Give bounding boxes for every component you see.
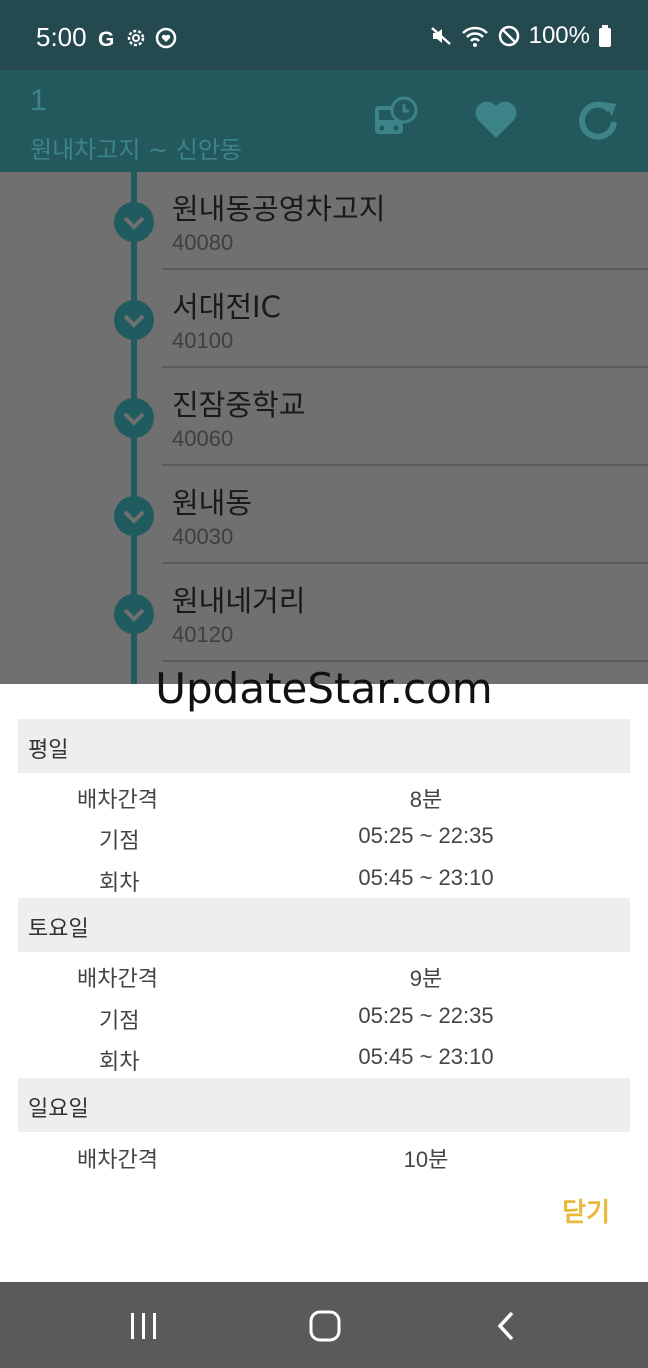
stop-row[interactable]: 원내네거리 40120 — [0, 564, 648, 662]
return-value: 05:45 ~ 23:10 — [358, 1044, 494, 1069]
stop-node-icon — [114, 202, 154, 242]
section-title: 토요일 — [28, 917, 89, 942]
section-header-weekday: 평일 — [18, 719, 630, 773]
stop-node-icon — [114, 300, 154, 340]
home-icon[interactable] — [308, 1310, 342, 1342]
interval-label: 배차간격 — [77, 967, 158, 992]
stop-list: 원내동공영차고지 40080 서대전IC 40100 진잠중학교 40060 원… — [0, 172, 648, 684]
stop-name: 서대전IC — [172, 290, 281, 324]
section-header-sunday: 일요일 — [18, 1078, 630, 1132]
back-icon[interactable] — [494, 1310, 518, 1342]
close-button[interactable]: 닫기 — [562, 1192, 610, 1229]
return-value: 05:45 ~ 23:10 — [358, 865, 494, 890]
favorite-heart-icon[interactable] — [472, 96, 520, 142]
watermark: UpdateStar.com — [155, 664, 493, 713]
heart-monitor-icon — [155, 27, 177, 49]
section-header-saturday: 토요일 — [18, 898, 630, 952]
stop-name: 원내동공영차고지 — [172, 192, 386, 226]
app-bar: 1 원내차고지 ~ 신안동 — [0, 70, 648, 172]
navigation-bar — [0, 1282, 648, 1368]
stop-code: 40080 — [172, 230, 234, 255]
google-icon: G — [98, 28, 114, 49]
mute-icon — [430, 27, 451, 45]
battery-percent: 100% — [528, 22, 590, 49]
stop-code: 40120 — [172, 622, 234, 647]
section-title: 평일 — [28, 738, 69, 763]
divider — [162, 660, 648, 662]
recent-apps-icon[interactable] — [128, 1310, 160, 1342]
interval-value: 8분 — [409, 787, 443, 812]
section-title: 일요일 — [28, 1097, 89, 1122]
stop-code: 40030 — [172, 524, 234, 549]
stop-row[interactable]: 원내동 40030 — [0, 466, 648, 564]
stop-node-icon — [114, 594, 154, 634]
settings-icon — [127, 29, 145, 47]
start-value: 05:25 ~ 22:35 — [358, 1003, 494, 1028]
status-bar: 5:00 G 100% — [0, 0, 648, 70]
stop-code: 40100 — [172, 328, 234, 353]
stop-node-icon — [114, 496, 154, 536]
start-label: 기점 — [99, 829, 140, 854]
start-label: 기점 — [99, 1009, 140, 1034]
interval-label: 배차간격 — [77, 1148, 158, 1173]
route-name: 원내차고지 ~ 신안동 — [30, 136, 243, 164]
stop-node-icon — [114, 398, 154, 438]
interval-value: 10분 — [403, 1147, 449, 1172]
interval-label: 배차간격 — [77, 788, 158, 813]
wifi-icon — [461, 26, 488, 47]
stop-name: 원내동 — [172, 486, 253, 520]
stop-row[interactable]: 서대전IC 40100 — [0, 270, 648, 368]
refresh-icon[interactable] — [574, 96, 622, 142]
stop-row[interactable]: 원내동공영차고지 40080 — [0, 172, 648, 270]
stop-row[interactable]: 진잠중학교 40060 — [0, 368, 648, 466]
stop-name: 원내네거리 — [172, 584, 306, 618]
battery-icon — [599, 25, 611, 47]
start-value: 05:25 ~ 22:35 — [358, 823, 494, 848]
status-time: 5:00 — [36, 22, 87, 52]
do-not-disturb-icon — [498, 25, 519, 47]
bus-schedule-icon[interactable] — [372, 96, 418, 142]
return-label: 회차 — [99, 1050, 140, 1075]
route-number: 1 — [30, 84, 47, 117]
stop-name: 진잠중학교 — [172, 388, 306, 422]
stop-code: 40060 — [172, 426, 234, 451]
return-label: 회차 — [99, 871, 140, 896]
interval-value: 9분 — [409, 966, 443, 991]
svg-text:G: G — [98, 28, 114, 49]
